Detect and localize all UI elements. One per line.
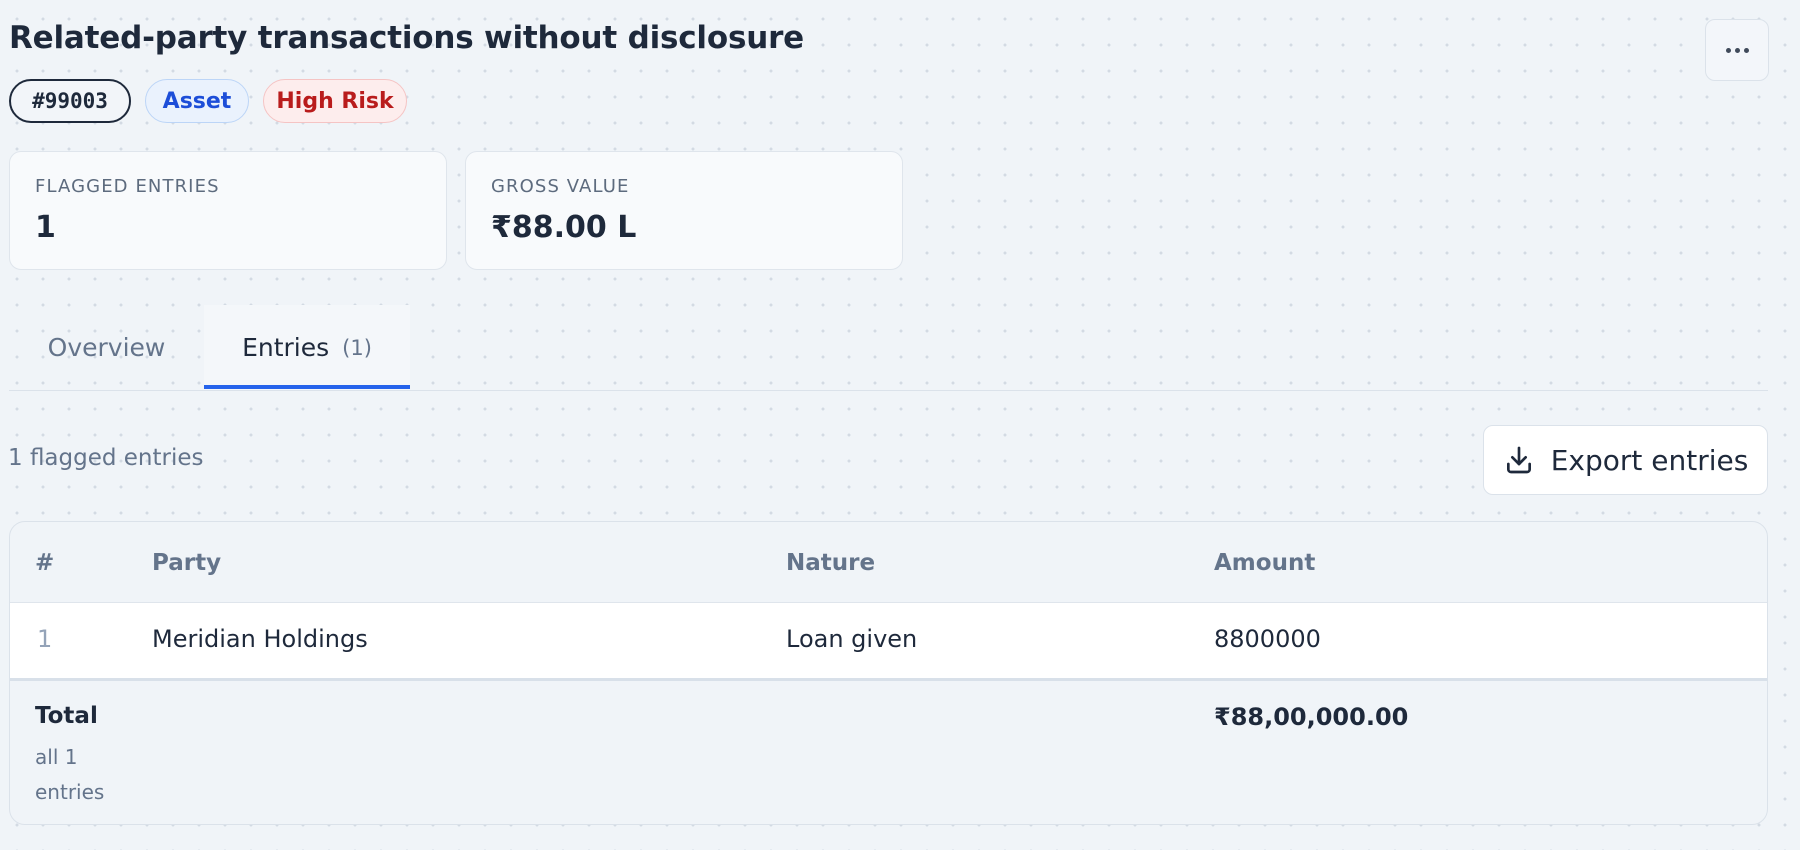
stat-label: FLAGGED ENTRIES — [35, 176, 220, 197]
more-horizontal-icon — [1725, 47, 1731, 53]
tab-overview[interactable]: Overview — [9, 305, 204, 390]
download-icon — [1506, 446, 1531, 474]
total-value: ₹88,00,000.00 — [1214, 703, 1409, 731]
total-sublabel: all 1 entries — [35, 745, 105, 804]
tab-entries[interactable]: Entries (1) — [204, 305, 410, 390]
column-header-nature: Nature — [786, 550, 876, 576]
tab-count: (1) — [342, 335, 372, 360]
total-label: Total — [35, 703, 98, 729]
column-header-amount: Amount — [1214, 550, 1316, 576]
risk-badge: High Risk — [263, 79, 407, 123]
tab-label: Entries — [242, 333, 330, 362]
column-header-party: Party — [152, 550, 222, 576]
export-label: Export entries — [1550, 443, 1749, 477]
cell-party: Meridian Holdings — [152, 625, 368, 653]
stat-label: GROSS VALUE — [491, 176, 630, 197]
column-header-index: # — [35, 550, 55, 576]
stat-card-gross-value: GROSS VALUE ₹88.00 L — [465, 151, 903, 270]
active-tab-indicator — [204, 385, 410, 389]
entries-summary: 1 flagged entries — [8, 445, 204, 471]
tab-label: Overview — [47, 333, 166, 362]
case-id-badge: #99003 — [9, 79, 131, 123]
more-options-button[interactable] — [1705, 19, 1769, 81]
export-entries-button[interactable]: Export entries — [1483, 425, 1768, 495]
stat-card-flagged-entries: FLAGGED ENTRIES 1 — [9, 151, 447, 270]
tabs-divider — [9, 390, 1768, 391]
cell-nature: Loan given — [786, 625, 918, 653]
cell-index: 1 — [37, 625, 53, 653]
stat-value: ₹88.00 L — [491, 210, 637, 245]
stat-value: 1 — [35, 210, 56, 245]
entries-table: # Party Nature Amount 1 Meridian Holding… — [9, 521, 1768, 825]
page-title: Related-party transactions without discl… — [9, 20, 804, 56]
table-row[interactable]: 1 Meridian Holdings Loan given 8800000 — [10, 602, 1767, 681]
category-badge: Asset — [145, 79, 249, 123]
cell-amount: 8800000 — [1214, 625, 1321, 653]
